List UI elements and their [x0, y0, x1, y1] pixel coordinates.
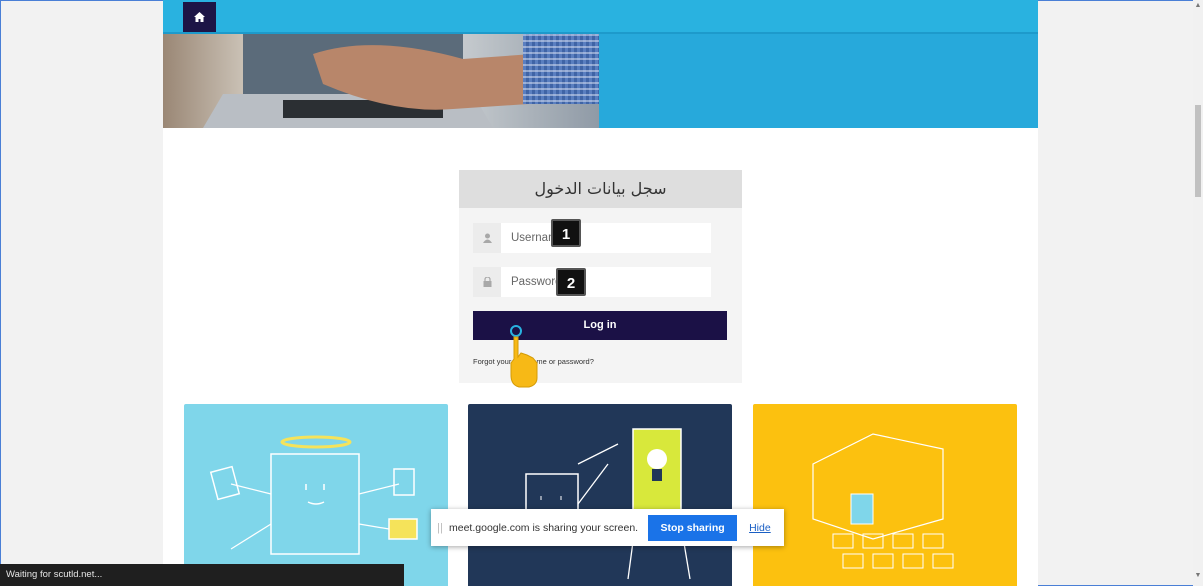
- browser-status-bar: Waiting for scutld.net...: [0, 564, 404, 586]
- feature-card-2[interactable]: [468, 404, 732, 586]
- login-heading: سجل بيانات الدخول: [459, 170, 742, 208]
- idea-board-illustration: [510, 428, 691, 580]
- password-input[interactable]: [501, 268, 711, 296]
- hide-share-bar-link[interactable]: Hide: [749, 522, 771, 534]
- user-icon: [473, 223, 501, 253]
- annotation-badge-2: 2: [556, 268, 586, 296]
- screen-share-bar: || meet.google.com is sharing your scree…: [431, 509, 784, 546]
- annotation-badge-1: 1: [551, 219, 581, 247]
- robot-illustration: [209, 435, 418, 555]
- login-panel: سجل بيانات الدخول Log in Forgot your use…: [459, 170, 742, 383]
- scroll-down-icon[interactable]: ▼: [1193, 572, 1203, 582]
- feature-card-3[interactable]: [753, 404, 1017, 586]
- pointer-hand-icon: [510, 325, 538, 388]
- home-icon: [194, 12, 205, 22]
- share-message: meet.google.com is sharing your screen.: [449, 521, 639, 534]
- username-input[interactable]: [501, 224, 711, 252]
- page-scrollbar[interactable]: ▲ ▼: [1193, 0, 1203, 586]
- scroll-up-icon[interactable]: ▲: [1193, 2, 1203, 12]
- stop-sharing-button[interactable]: Stop sharing: [648, 514, 738, 541]
- top-nav-bar: [163, 0, 1038, 34]
- password-field[interactable]: [473, 267, 711, 297]
- lock-icon: [473, 267, 501, 297]
- feature-card-1[interactable]: [184, 404, 448, 586]
- classroom-illustration: [812, 433, 954, 569]
- page-content: سجل بيانات الدخول Log in Forgot your use…: [163, 0, 1038, 586]
- hero-laptop-image: [163, 34, 599, 128]
- drag-handle-icon[interactable]: ||: [431, 522, 449, 534]
- hero-banner: [163, 34, 1038, 128]
- scroll-thumb[interactable]: [1195, 105, 1201, 197]
- username-field[interactable]: [473, 223, 711, 253]
- home-button[interactable]: [183, 2, 216, 32]
